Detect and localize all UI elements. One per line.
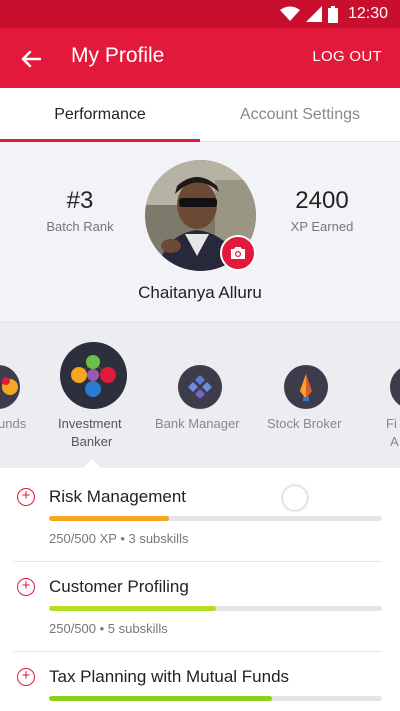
career-carousel[interactable]: unds Investment Banker Bank Manager Stoc… — [0, 322, 400, 468]
skill-progress-fill — [49, 606, 216, 611]
skill-risk-management[interactable]: + Risk Management 250/500 XP • 3 subskil… — [0, 468, 400, 558]
career-label: Banker — [71, 434, 113, 449]
battery-icon — [327, 5, 338, 23]
batch-rank-stat: #3 Batch Rank — [20, 187, 140, 234]
skill-progress-bar — [49, 696, 382, 701]
skill-meta: 250/500 XP • 3 subskills — [49, 531, 189, 546]
app-bar: My Profile LOG OUT — [0, 28, 400, 88]
career-label: Fi — [386, 416, 397, 431]
career-stock-broker[interactable]: Stock Broker — [256, 323, 356, 468]
career-funds[interactable]: unds — [0, 323, 40, 468]
investment-banker-icon — [60, 342, 127, 409]
skill-progress-bar — [49, 606, 382, 611]
arrow-back-icon — [21, 50, 41, 68]
status-time: 12:30 — [347, 5, 388, 22]
career-bank-manager[interactable]: Bank Manager — [150, 323, 250, 468]
career-investment-banker[interactable]: Investment Banker — [46, 323, 142, 468]
batch-rank-value: #3 — [66, 187, 94, 214]
add-icon[interactable]: + — [17, 488, 35, 506]
stock-broker-icon — [284, 365, 328, 409]
skill-progress-bar — [49, 516, 382, 521]
profile-header: #3 Batch Rank 2400 XP Earned Chaitanya A… — [0, 143, 400, 322]
career-label: A — [390, 434, 399, 449]
skill-tax-planning[interactable]: + Tax Planning with Mutual Funds — [0, 648, 400, 711]
camera-icon — [231, 247, 245, 259]
xp-label: XP Earned — [290, 219, 354, 234]
tab-bar: Performance Account Settings — [0, 88, 400, 142]
tab-account-settings[interactable]: Account Settings — [200, 88, 400, 142]
career-financial-advisor[interactable]: Fi A — [380, 323, 400, 468]
skill-progress-fill — [49, 516, 169, 521]
add-icon[interactable]: + — [17, 668, 35, 686]
skill-customer-profiling[interactable]: + Customer Profiling 250/500 • 5 subskil… — [0, 558, 400, 648]
logout-button[interactable]: LOG OUT — [312, 48, 382, 65]
change-photo-button[interactable] — [220, 235, 256, 271]
batch-rank-label: Batch Rank — [46, 219, 114, 234]
career-label: unds — [0, 416, 27, 431]
wifi-icon — [279, 6, 300, 21]
xp-value: 2400 — [295, 187, 349, 214]
page-title: My Profile — [71, 44, 165, 67]
status-icons: 12:30 — [279, 4, 388, 24]
career-label: Investment — [58, 416, 122, 431]
signal-icon — [305, 6, 322, 22]
skill-meta: 250/500 • 5 subskills — [49, 621, 168, 636]
career-label: Bank Manager — [155, 416, 240, 431]
status-bar: 12:30 — [0, 0, 400, 28]
tab-indicator — [0, 139, 200, 142]
skill-name: Tax Planning with Mutual Funds — [49, 667, 290, 686]
xp-stat: 2400 XP Earned — [262, 187, 382, 234]
funds-icon — [0, 365, 20, 409]
back-button[interactable] — [14, 42, 48, 76]
selection-pointer — [83, 459, 101, 468]
skill-progress-fill — [49, 696, 273, 701]
bank-manager-icon — [178, 365, 222, 409]
add-icon[interactable]: + — [17, 578, 35, 596]
skills-list: + Risk Management 250/500 XP • 3 subskil… — [0, 468, 400, 711]
touch-indicator — [282, 485, 308, 511]
profile-name: Chaitanya Alluru — [138, 283, 262, 302]
financial-advisor-icon — [390, 365, 400, 409]
skill-name: Customer Profiling — [49, 577, 189, 596]
career-label: Stock Broker — [267, 416, 342, 431]
skill-name: Risk Management — [49, 487, 187, 506]
tab-performance[interactable]: Performance — [0, 88, 200, 142]
